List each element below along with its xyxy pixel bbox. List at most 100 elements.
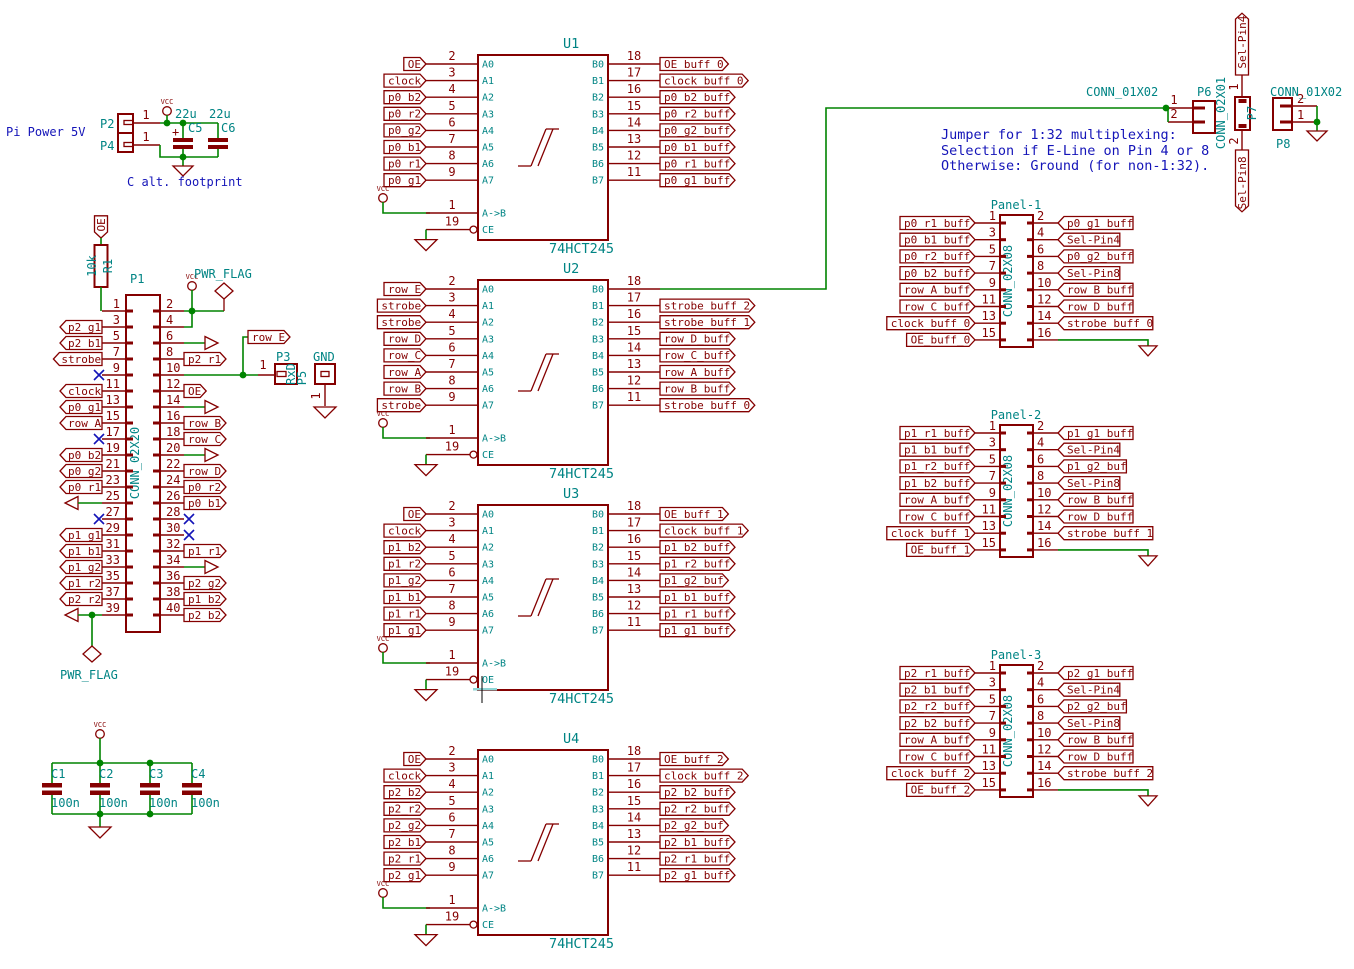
vcc-symbol-label[interactable]: VCC — [377, 880, 390, 888]
vcc-symbol-label[interactable]: VCC — [377, 185, 390, 193]
cap-plate[interactable] — [182, 791, 202, 796]
pin-notch[interactable] — [126, 342, 133, 345]
pin-number[interactable]: 27 — [106, 505, 120, 519]
net-label[interactable]: OE_buff_0 — [664, 58, 724, 71]
ic-ref[interactable]: U4 — [563, 731, 579, 747]
p4-ref[interactable]: P4 — [100, 139, 114, 153]
net-label[interactable]: p0_r1 — [388, 157, 421, 170]
net-label[interactable]: p0_r1 — [68, 481, 101, 494]
pin-name[interactable]: B1 — [592, 526, 604, 537]
pin-number[interactable]: 14 — [1037, 759, 1051, 773]
wire[interactable] — [383, 427, 430, 438]
pin-number[interactable]: 15 — [982, 326, 996, 340]
pin-number[interactable]: 1 — [448, 198, 455, 212]
net-label[interactable]: strobe — [61, 353, 101, 366]
cap-plate[interactable] — [90, 783, 110, 788]
pin-notch[interactable] — [1000, 705, 1006, 708]
r1-ref[interactable]: R1 — [101, 259, 115, 273]
net-label[interactable]: Sel-Pin8 — [1067, 267, 1120, 280]
pin-name[interactable]: B6 — [592, 384, 604, 395]
pin-number[interactable]: 7 — [989, 259, 996, 273]
pin-number[interactable]: 1 — [142, 108, 149, 122]
net-label[interactable]: clock — [68, 385, 101, 398]
pin-notch[interactable] — [1000, 498, 1006, 501]
pin-number[interactable]: 15 — [982, 776, 996, 790]
pin-name[interactable]: B5 — [592, 368, 604, 379]
ic-value[interactable]: 74HCT245 — [549, 241, 614, 257]
net-label[interactable]: p2_b1_buff — [664, 836, 730, 849]
pin-number[interactable]: 3 — [448, 761, 455, 775]
pin-notch[interactable] — [1000, 482, 1006, 485]
pin-name[interactable]: A->B — [482, 434, 506, 445]
pin-number[interactable]: 15 — [627, 549, 641, 563]
net-label[interactable]: p1_g1_buff — [664, 624, 730, 637]
p2-ref[interactable]: P2 — [100, 117, 114, 131]
pin-number[interactable]: 3 — [989, 436, 996, 450]
pin-name[interactable]: A0 — [482, 510, 494, 521]
pin-number[interactable]: 12 — [627, 374, 641, 388]
pin-notch[interactable] — [153, 342, 160, 345]
net-label[interactable]: p0_g2 — [388, 124, 421, 137]
pin-notch[interactable] — [1000, 772, 1006, 775]
pin-name[interactable]: B4 — [592, 576, 604, 587]
pin-number[interactable]: 39 — [106, 601, 120, 615]
pin-notch[interactable] — [1000, 688, 1006, 691]
pin-number[interactable]: 9 — [989, 276, 996, 290]
pin-name[interactable]: A4 — [482, 126, 494, 137]
pin-name[interactable]: A1 — [482, 76, 494, 87]
net-label[interactable]: p1_b1 — [68, 545, 101, 558]
pin-number[interactable]: 16 — [1037, 776, 1051, 790]
pin-notch[interactable] — [1027, 338, 1033, 341]
pin-number[interactable]: 2 — [1170, 107, 1177, 121]
net-label[interactable]: row_B — [388, 382, 421, 395]
pin-notch[interactable] — [153, 422, 160, 425]
net-label[interactable]: strobe_buff_2 — [1067, 767, 1153, 780]
pin-notch[interactable] — [126, 518, 133, 521]
net-label[interactable]: p0_g2_buff — [1067, 250, 1133, 263]
c6-ref[interactable]: C6 — [221, 121, 235, 135]
vcc-symbol-label[interactable]: VCC — [161, 98, 174, 106]
pin-name[interactable]: B2 — [592, 788, 604, 799]
net-label[interactable]: p1_r2 — [388, 558, 421, 571]
pin-notch[interactable] — [1000, 532, 1006, 535]
net-label[interactable]: Sel-Pin4 — [1067, 234, 1120, 247]
p4-pin-notch[interactable] — [124, 143, 133, 147]
pin-name[interactable]: OE — [482, 675, 494, 686]
pin-name[interactable]: B6 — [592, 609, 604, 620]
pin-number[interactable]: 8 — [448, 844, 455, 858]
p8-ref[interactable]: P8 — [1276, 137, 1290, 151]
pin-number[interactable]: 11 — [982, 293, 996, 307]
p5-ref[interactable]: P5 — [295, 371, 309, 385]
gnd-symbol[interactable] — [1139, 796, 1157, 806]
net-label[interactable]: row_B_buff — [1067, 734, 1133, 747]
pin-notch[interactable] — [153, 486, 160, 489]
pin-notch[interactable] — [126, 470, 133, 473]
pin-name[interactable]: B7 — [592, 871, 604, 882]
net-label[interactable]: p0_g1 — [68, 401, 101, 414]
net-label[interactable]: p1_b2_buff — [904, 477, 970, 490]
cap-ref[interactable]: C2 — [99, 767, 113, 781]
pin-number[interactable]: 1 — [1170, 93, 1177, 107]
pin-number[interactable]: 4 — [448, 307, 455, 321]
pin-notch[interactable] — [153, 598, 160, 601]
pin-number[interactable]: 2 — [448, 744, 455, 758]
pin-invert-bubble[interactable] — [470, 921, 477, 928]
net-label[interactable]: p2_g2 — [388, 819, 421, 832]
pin-number[interactable]: 19 — [106, 441, 120, 455]
pin-number[interactable]: 9 — [448, 615, 455, 629]
wire[interactable] — [383, 202, 430, 213]
pin-notch[interactable] — [153, 502, 160, 505]
pin-number[interactable]: 16 — [627, 777, 641, 791]
net-label[interactable]: p1_r1 — [388, 607, 421, 620]
pin-number[interactable]: 6 — [1037, 242, 1044, 256]
pin-name[interactable]: CE — [482, 225, 494, 236]
pin-notch[interactable] — [1000, 272, 1006, 275]
pin-notch[interactable] — [1000, 448, 1006, 451]
buffer-glyph[interactable] — [531, 129, 546, 166]
pin-name[interactable]: A2 — [482, 93, 494, 104]
note-jumper-1[interactable]: Jumper for 1:32 multiplexing: — [941, 127, 1177, 143]
vcc-symbol-label[interactable]: VCC — [377, 410, 390, 418]
pin-name[interactable]: B3 — [592, 804, 604, 815]
c6-plate[interactable] — [208, 145, 228, 149]
ic-ref[interactable]: U3 — [563, 486, 579, 502]
